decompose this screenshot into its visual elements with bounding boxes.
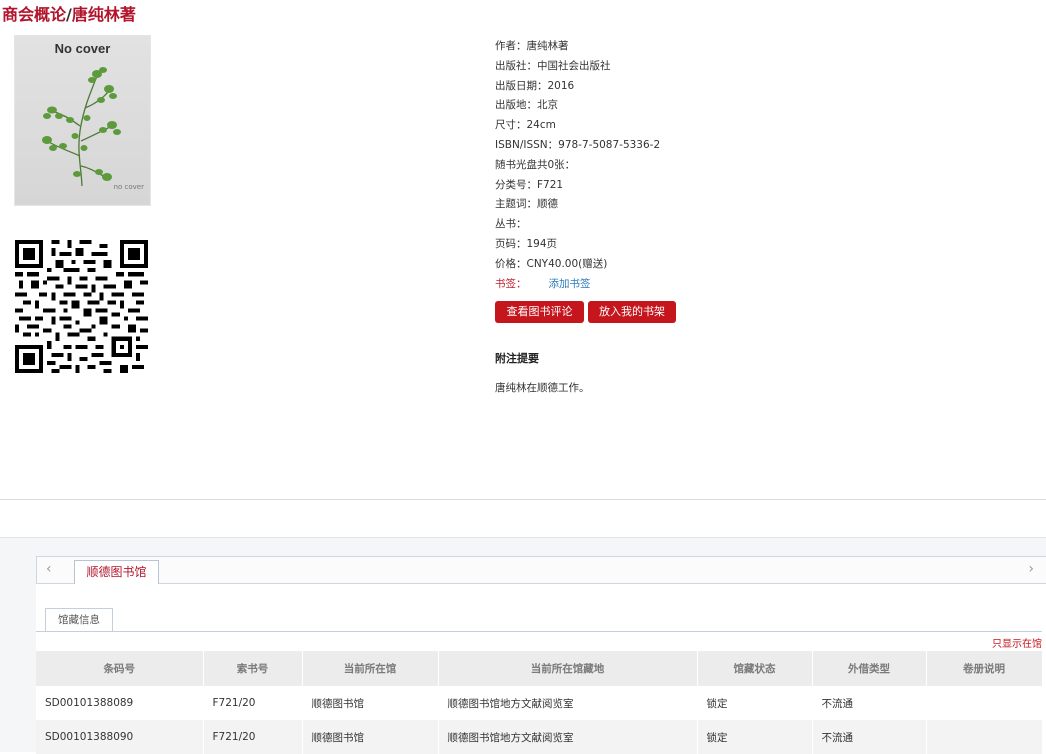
book-author-title: 唐纯林著 — [71, 5, 136, 24]
table-header-row: 条码号 索书号 当前所在馆 当前所在馆藏地 馆藏状态 外借类型 卷册说明 — [36, 651, 1043, 686]
meta-disc: 随书光盘共0张： — [495, 158, 576, 171]
cell-loan-type: 不流通 — [812, 720, 927, 754]
no-cover-small-label: no cover — [113, 183, 144, 191]
meta-pub-place: 出版地：北京 — [495, 99, 558, 112]
notes-heading: 附注提要 — [495, 352, 539, 365]
tab-holdings-info[interactable]: 馆藏信息 — [45, 608, 113, 632]
action-buttons: 查看图书评论 放入我的书架 — [495, 300, 680, 323]
meta-author: 作者：唐纯林著 — [495, 40, 569, 52]
table-row: SD00101388090 F721/20 顺德图书馆 顺德图书馆地方文献阅览室… — [36, 720, 1043, 754]
cell-volume-note — [926, 686, 1043, 720]
only-show-available-link[interactable]: 只显示在馆 — [992, 635, 1042, 650]
book-title: 商会概论 — [2, 5, 67, 24]
cell-barcode: SD00101388089 — [36, 686, 204, 720]
divider — [0, 499, 1046, 500]
meta-subject: 主题词：顺德 — [495, 198, 558, 211]
meta-series: 丛书： — [495, 218, 527, 231]
col-header-call-number: 索书号 — [203, 651, 303, 686]
meta-bookmark: 书签： 添加书签 — [495, 275, 660, 295]
view-reviews-button[interactable]: 查看图书评论 — [495, 301, 584, 323]
cell-volume-note — [926, 720, 1043, 754]
page-title: 商会概论/唐纯林著 — [2, 1, 136, 25]
col-header-status: 馆藏状态 — [697, 651, 813, 686]
cell-current-location: 顺德图书馆地方文献阅览室 — [438, 686, 698, 720]
divider — [0, 537, 1046, 538]
cell-barcode: SD00101388090 — [36, 720, 204, 754]
chevron-right-icon[interactable]: › — [1028, 561, 1034, 577]
cell-status: 锁定 — [697, 720, 813, 754]
meta-class-no: 分类号：F721 — [495, 178, 564, 191]
col-header-current-library: 当前所在馆 — [302, 651, 439, 686]
cell-call-number: F721/20 — [203, 720, 303, 754]
cell-call-number: F721/20 — [203, 686, 303, 720]
cell-current-library: 顺德图书馆 — [302, 720, 439, 754]
subtab-divider — [36, 631, 1042, 632]
add-bookmark-link[interactable]: 添加书签 — [549, 278, 591, 290]
book-metadata: 作者：唐纯林著 出版社：中国社会出版社 出版日期：2016 出版地：北京 尺寸：… — [495, 37, 660, 294]
bookmark-label: 书签： — [495, 277, 527, 290]
plant-illustration-icon — [42, 67, 121, 187]
cell-status: 锁定 — [697, 686, 813, 720]
meta-size: 尺寸：24cm — [495, 119, 556, 132]
col-header-current-location: 当前所在馆藏地 — [438, 651, 698, 686]
tab-shunde-library[interactable]: 顺德图书馆 — [74, 560, 159, 585]
cell-current-library: 顺德图书馆 — [302, 686, 439, 720]
cell-loan-type: 不流通 — [812, 686, 927, 720]
meta-isbn: ISBN/ISSN：978-7-5087-5336-2 — [495, 138, 661, 151]
meta-pages: 页码：194页 — [495, 237, 558, 250]
holdings-table: 条码号 索书号 当前所在馆 当前所在馆藏地 馆藏状态 外借类型 卷册说明 SD0… — [36, 651, 1043, 754]
meta-publisher: 出版社：中国社会出版社 — [495, 59, 611, 72]
meta-price: 价格：CNY40.00(赠送) — [495, 257, 608, 270]
col-header-loan-type: 外借类型 — [812, 651, 927, 686]
notes-text: 唐纯林在顺德工作。 — [495, 382, 590, 394]
col-header-volume-note: 卷册说明 — [926, 651, 1043, 686]
add-to-shelf-button[interactable]: 放入我的书架 — [588, 301, 676, 323]
meta-pub-date: 出版日期：2016 — [495, 79, 575, 92]
cell-current-location: 顺德图书馆地方文献阅览室 — [438, 720, 698, 754]
no-cover-label: No cover — [54, 41, 111, 56]
book-cover: No cover no cover — [14, 35, 151, 206]
library-tab-bar: ‹ 顺德图书馆 › — [36, 556, 1046, 585]
col-header-barcode: 条码号 — [36, 651, 204, 686]
qr-code-icon — [15, 240, 148, 373]
chevron-left-icon[interactable]: ‹ — [46, 561, 52, 577]
table-row: SD00101388089 F721/20 顺德图书馆 顺德图书馆地方文献阅览室… — [36, 686, 1043, 720]
